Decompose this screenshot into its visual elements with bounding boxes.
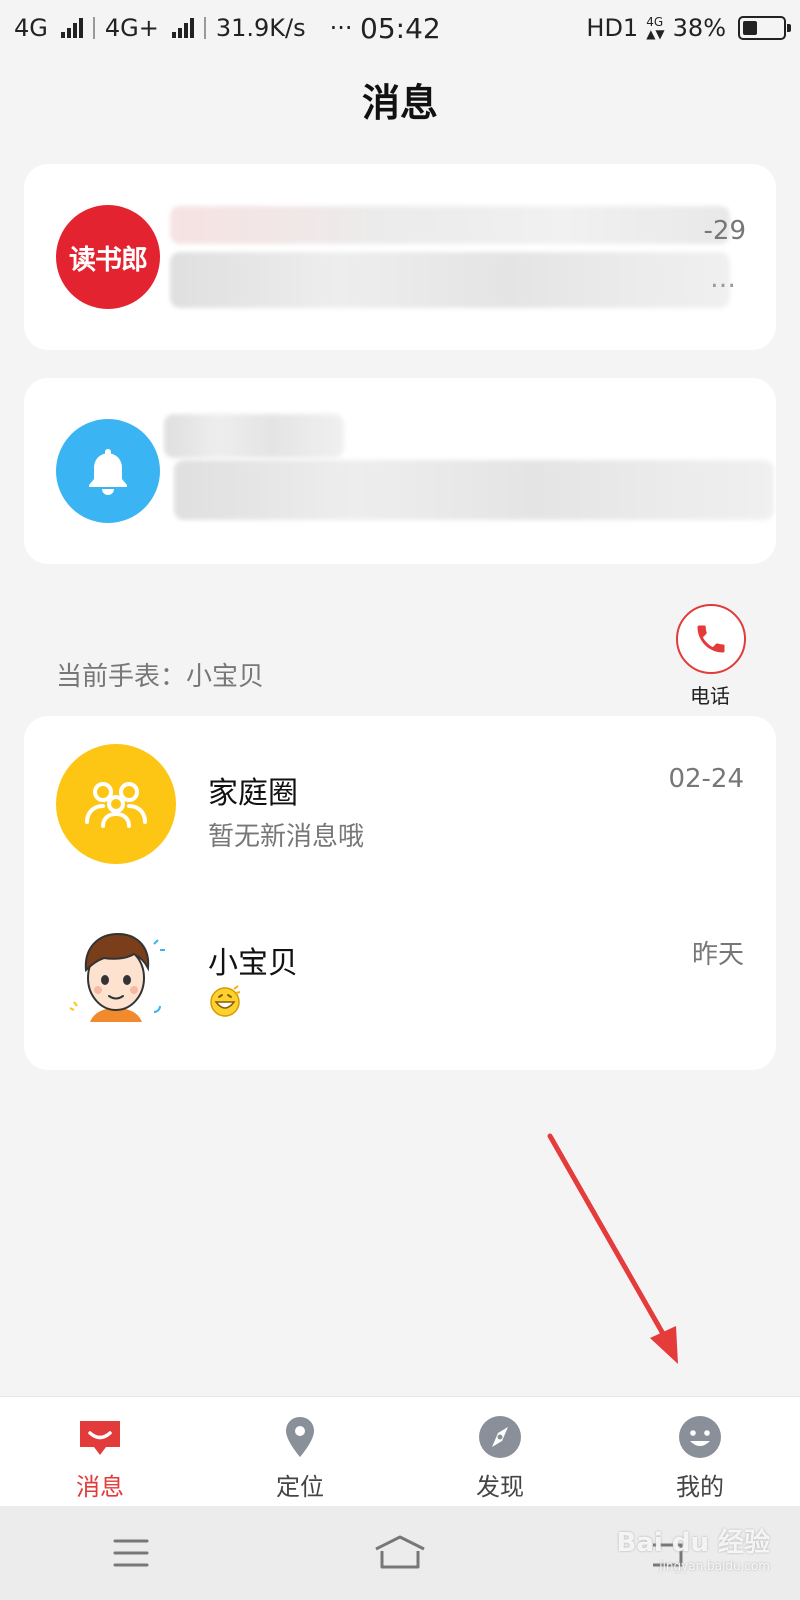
notification-card[interactable] xyxy=(24,378,776,564)
obscured-title xyxy=(164,414,344,458)
conversation-item-child[interactable]: 小宝贝 昨天 xyxy=(24,886,776,1046)
child-avatar xyxy=(56,914,176,1034)
network-speed: 31.9K/s xyxy=(215,14,306,42)
baidu-watermark: Bai du 经验 jingyan.baidu.com xyxy=(617,1522,771,1573)
system-message-card[interactable]: 读书郎 -29 … xyxy=(24,164,776,350)
battery-percent: 38% xyxy=(672,14,726,42)
tab-location[interactable]: 定位 xyxy=(200,1397,400,1506)
tab-label: 发现 xyxy=(476,1473,524,1501)
network-label-1: 4G xyxy=(14,14,48,42)
bottom-navigation: 消息 定位 发现 我的 xyxy=(0,1396,800,1506)
conversation-list: 家庭圈 暂无新消息哦 02-24 小宝贝 昨天 xyxy=(24,716,776,1070)
page-title: 消息 xyxy=(361,81,438,125)
volte-icon: 4G ▲▼ xyxy=(646,15,665,41)
family-icon xyxy=(56,744,176,864)
battery-icon xyxy=(738,16,791,40)
phone-icon xyxy=(697,625,725,653)
grin-emoji-icon xyxy=(208,984,242,1022)
bell-icon xyxy=(56,419,160,523)
tab-label: 消息 xyxy=(76,1473,124,1501)
home-icon[interactable] xyxy=(372,1533,428,1573)
watermark-brand: Bai du 经验 xyxy=(616,1528,771,1558)
conversation-name: 家庭圈 xyxy=(208,776,298,811)
smiley-icon xyxy=(679,1416,721,1458)
clock: 05:42 xyxy=(360,11,441,45)
tab-label: 定位 xyxy=(276,1473,324,1501)
obscured-preview xyxy=(170,252,730,308)
signal-icon xyxy=(171,18,194,38)
obscured-preview xyxy=(174,460,774,520)
menu-icon[interactable] xyxy=(111,1537,151,1569)
tab-messages[interactable]: 消息 xyxy=(0,1397,200,1506)
divider xyxy=(92,17,95,39)
more-indicator: ··· xyxy=(329,14,353,42)
status-bar: 4G 4G+ 31.9K/s ··· 05:42 HD1 4G ▲▼ 38% xyxy=(0,0,800,56)
conversation-preview: 暂无新消息哦 xyxy=(208,822,365,852)
watermark-url: jingyan.baidu.com xyxy=(659,1559,770,1573)
dushulang-logo: 读书郎 xyxy=(56,205,160,309)
conversation-time: 昨天 xyxy=(691,940,744,970)
message-icon xyxy=(80,1421,120,1455)
current-watch-label: 当前手表：小宝贝 xyxy=(56,662,265,692)
message-date: -29 xyxy=(703,216,746,246)
preview-ellipsis: … xyxy=(710,264,736,294)
conversation-item-family[interactable]: 家庭圈 暂无新消息哦 02-24 xyxy=(24,716,776,876)
location-pin-icon xyxy=(286,1417,314,1457)
conversation-name: 小宝贝 xyxy=(208,946,298,981)
signal-icon xyxy=(60,18,83,38)
compass-icon xyxy=(479,1416,521,1458)
hd-label: HD1 xyxy=(586,14,639,42)
call-label: 电话 xyxy=(690,684,730,708)
conversation-time: 02-24 xyxy=(668,764,744,794)
divider xyxy=(203,17,206,39)
pointer-arrow-icon xyxy=(547,1133,678,1364)
tab-profile[interactable]: 我的 xyxy=(600,1397,800,1506)
obscured-title xyxy=(170,206,730,244)
tab-discover[interactable]: 发现 xyxy=(400,1397,600,1506)
tab-label: 我的 xyxy=(676,1473,724,1501)
call-button[interactable] xyxy=(676,604,746,674)
network-label-2: 4G+ xyxy=(104,14,159,42)
